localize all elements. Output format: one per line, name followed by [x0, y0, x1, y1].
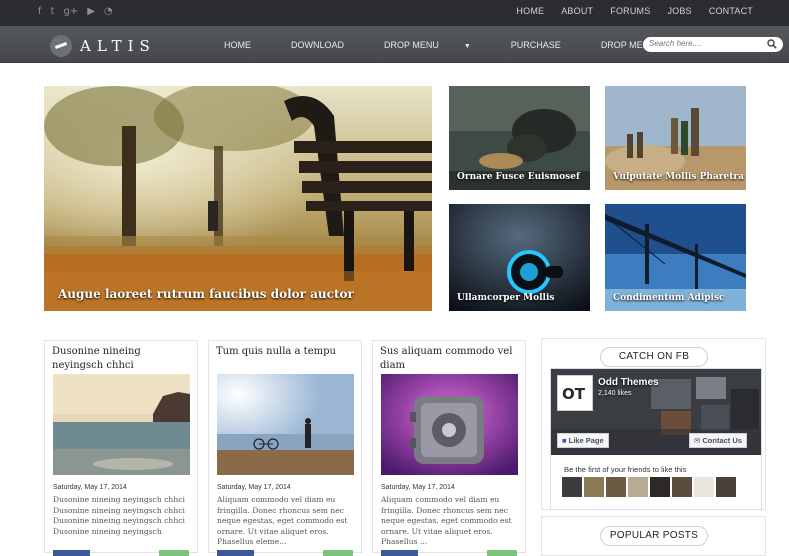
featured-main-caption[interactable]: Augue laoreet rutrum faucibus dolor auct…	[58, 287, 354, 301]
top-bar: f t g+ ▶ ◔ HOME ABOUT FORUMS JOBS CONTAC…	[0, 0, 789, 26]
site-logo[interactable]: ALTIS	[50, 35, 156, 57]
featured-main-post[interactable]: Augue laoreet rutrum faucibus dolor auct…	[44, 86, 432, 311]
avatar[interactable]	[650, 477, 670, 497]
share-button[interactable]	[323, 550, 353, 556]
contact-us-button[interactable]: ✉ Contact Us	[689, 433, 747, 448]
social-links: f t g+ ▶ ◔	[38, 5, 113, 19]
facebook-share-button[interactable]	[217, 550, 254, 556]
post-card: Sus aliquam commodo vel diam Saturday, M…	[372, 340, 526, 556]
post-image[interactable]	[217, 374, 354, 475]
search-box	[643, 37, 783, 52]
avatar[interactable]	[562, 477, 582, 497]
avatar[interactable]	[584, 477, 604, 497]
post-title[interactable]: Sus aliquam commodo vel diam	[380, 345, 522, 373]
facebook-icon: ■	[562, 436, 567, 445]
widget-title-popular-posts: POPULAR POSTS	[600, 526, 708, 546]
top-link-contact[interactable]: CONTACT	[709, 6, 753, 16]
nav-item-download[interactable]: DOWNLOAD	[291, 40, 364, 50]
fb-friend-faces	[562, 477, 736, 497]
like-page-button[interactable]: ■ Like Page	[557, 433, 609, 448]
logo-text: ALTIS	[80, 37, 156, 55]
logo-mark-text: OT	[562, 385, 586, 403]
facebook-icon[interactable]: f	[38, 5, 42, 19]
rss-icon[interactable]: ◔	[104, 5, 113, 19]
top-link-home[interactable]: HOME	[516, 6, 544, 16]
top-link-jobs[interactable]: JOBS	[667, 6, 691, 16]
nav-label: HOME	[224, 40, 251, 50]
post-image[interactable]	[381, 374, 518, 475]
search-input[interactable]	[649, 39, 759, 48]
fb-like-count: 2,140 likes	[598, 390, 632, 397]
search-icon[interactable]	[767, 39, 777, 49]
widget-title-catch-on-fb: CATCH ON FB	[600, 347, 708, 367]
google-plus-icon[interactable]: g+	[63, 5, 78, 19]
nav-label: PURCHASE	[510, 40, 561, 50]
facebook-cover[interactable]: OT Odd Themes 2,140 likes ■ Like Page ✉ …	[551, 369, 761, 455]
share-button[interactable]	[487, 550, 517, 556]
featured-tile-caption[interactable]: Ornare Fusce Euismosef	[457, 172, 580, 182]
avatar[interactable]	[672, 477, 692, 497]
odd-themes-logo-mark: OT	[562, 385, 586, 403]
nav-item-drop-menu[interactable]: DROP MENU ▼	[384, 40, 491, 50]
popular-posts-widget: POPULAR POSTS	[541, 516, 766, 556]
nav-label: DOWNLOAD	[291, 40, 345, 50]
nav-label: DROP MENU	[384, 40, 439, 50]
post-date: Saturday, May 17, 2014	[53, 484, 127, 491]
post-date: Saturday, May 17, 2014	[217, 484, 291, 491]
avatar[interactable]	[694, 477, 714, 497]
post-title[interactable]: Dusonine nineing neyingsch chhci	[52, 345, 194, 373]
featured-tile-caption[interactable]: Vulputate Mollis Pharetra	[613, 172, 744, 182]
twitter-icon[interactable]: t	[51, 5, 55, 19]
youtube-icon[interactable]: ▶	[87, 5, 95, 19]
nav-item-purchase[interactable]: PURCHASE	[511, 40, 581, 50]
share-button[interactable]	[159, 550, 189, 556]
top-link-forums[interactable]: FORUMS	[610, 6, 650, 16]
featured-tile[interactable]: Condimentum Adipisc	[605, 204, 746, 311]
post-excerpt: Aliquam commodo vel diam eu fringilla. D…	[381, 495, 512, 546]
featured-tile[interactable]: Ornare Fusce Euismosef	[449, 86, 590, 190]
beach-bicycle-image	[217, 374, 354, 475]
seashore-image	[53, 374, 190, 475]
nav-item-home[interactable]: HOME	[224, 40, 271, 50]
post-image[interactable]	[53, 374, 190, 475]
facebook-share-button[interactable]	[381, 550, 418, 556]
odd-themes-logo: OT	[557, 375, 593, 411]
like-page-label: Like Page	[568, 436, 604, 445]
envelope-icon: ✉	[694, 436, 701, 445]
featured-tile[interactable]: Ullamcorper Mollis	[449, 204, 590, 311]
fb-page-name[interactable]: Odd Themes	[598, 377, 659, 388]
facebook-page-plugin: OT Odd Themes 2,140 likes ■ Like Page ✉ …	[550, 368, 762, 510]
post-card: Tum quis nulla a tempu Saturday, May 17,…	[208, 340, 362, 556]
featured-tile-caption[interactable]: Condimentum Adipisc	[613, 293, 725, 303]
avatar[interactable]	[606, 477, 626, 497]
facebook-share-button[interactable]	[53, 550, 90, 556]
avatar[interactable]	[628, 477, 648, 497]
fb-friends-text: Be the first of your friends to like thi…	[564, 465, 687, 474]
post-date: Saturday, May 17, 2014	[381, 484, 455, 491]
post-excerpt: Aliquam commodo vel diam eu fringilla. D…	[217, 495, 348, 546]
avatar[interactable]	[716, 477, 736, 497]
post-excerpt: Dusonine nineing neyingsch chhci Dusonin…	[53, 495, 185, 536]
top-links: HOME ABOUT FORUMS JOBS CONTACT	[516, 6, 753, 16]
top-link-about[interactable]: ABOUT	[561, 6, 593, 16]
park-bench-image	[44, 86, 432, 311]
facebook-widget: CATCH ON FB OT Odd Themes 2,140 likes ■	[541, 338, 766, 510]
caret-down-icon: ▼	[463, 43, 471, 50]
featured-tile[interactable]: Vulputate Mollis Pharetra	[605, 86, 746, 190]
contact-us-label: Contact Us	[702, 436, 742, 445]
post-title[interactable]: Tum quis nulla a tempu	[216, 345, 358, 359]
featured-tile-caption[interactable]: Ullamcorper Mollis	[457, 293, 554, 303]
plane-icon	[50, 35, 72, 57]
safe-image	[381, 374, 518, 475]
post-card: Dusonine nineing neyingsch chhci Saturda…	[44, 340, 198, 556]
